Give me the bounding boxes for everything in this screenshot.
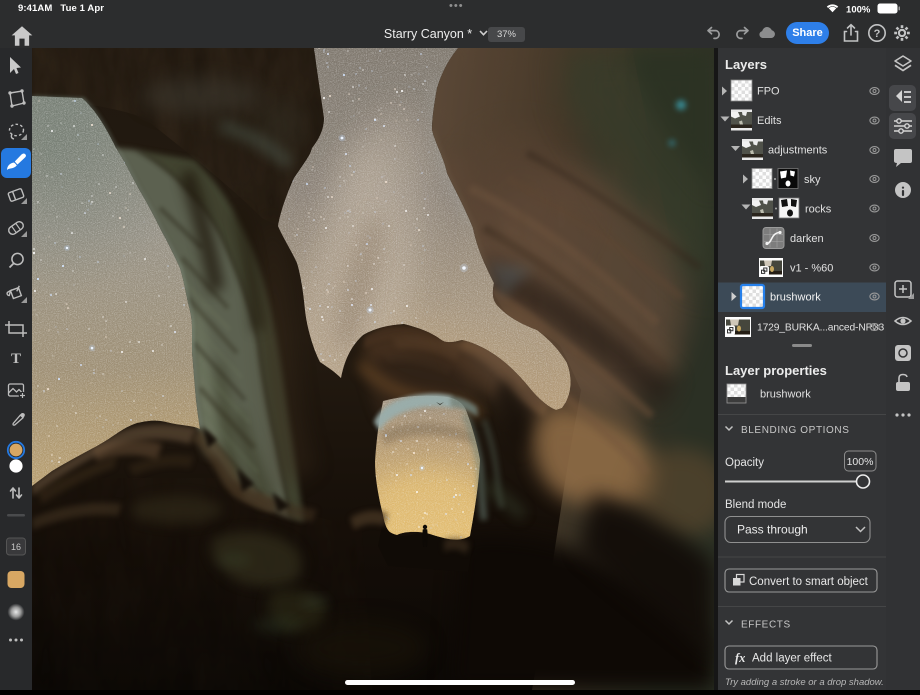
svg-text:sky: sky bbox=[804, 174, 821, 186]
svg-text:Convert to smart object: Convert to smart object bbox=[749, 576, 869, 588]
svg-text:Edits: Edits bbox=[757, 115, 782, 127]
svg-text:rocks: rocks bbox=[805, 204, 832, 216]
svg-text:darken: darken bbox=[790, 233, 824, 245]
svg-text:Layer properties: Layer properties bbox=[725, 363, 827, 378]
svg-text:adjustments: adjustments bbox=[768, 145, 828, 157]
svg-text:FPO: FPO bbox=[757, 86, 780, 98]
svg-text:v1 - %60: v1 - %60 bbox=[790, 263, 833, 275]
svg-text:Blend mode: Blend mode bbox=[725, 499, 786, 511]
svg-text:1729_BURKA...anced-NR33: 1729_BURKA...anced-NR33 bbox=[757, 323, 884, 334]
svg-text:brushwork: brushwork bbox=[770, 292, 821, 304]
svg-text:Add layer effect: Add layer effect bbox=[752, 653, 833, 665]
svg-text:?: ? bbox=[874, 28, 881, 40]
svg-text:16: 16 bbox=[11, 542, 21, 552]
svg-text:Pass through: Pass through bbox=[737, 523, 808, 537]
svg-text:Opacity: Opacity bbox=[725, 457, 764, 469]
svg-text:EFFECTS: EFFECTS bbox=[741, 620, 791, 631]
svg-text:T: T bbox=[11, 351, 21, 367]
svg-text:BLENDING OPTIONS: BLENDING OPTIONS bbox=[741, 425, 850, 436]
svg-text:fx: fx bbox=[735, 651, 745, 665]
svg-text:100%: 100% bbox=[847, 456, 874, 468]
svg-text:brushwork: brushwork bbox=[760, 389, 811, 401]
svg-text:Try adding a stroke or a drop: Try adding a stroke or a drop shadow. bbox=[725, 677, 884, 688]
